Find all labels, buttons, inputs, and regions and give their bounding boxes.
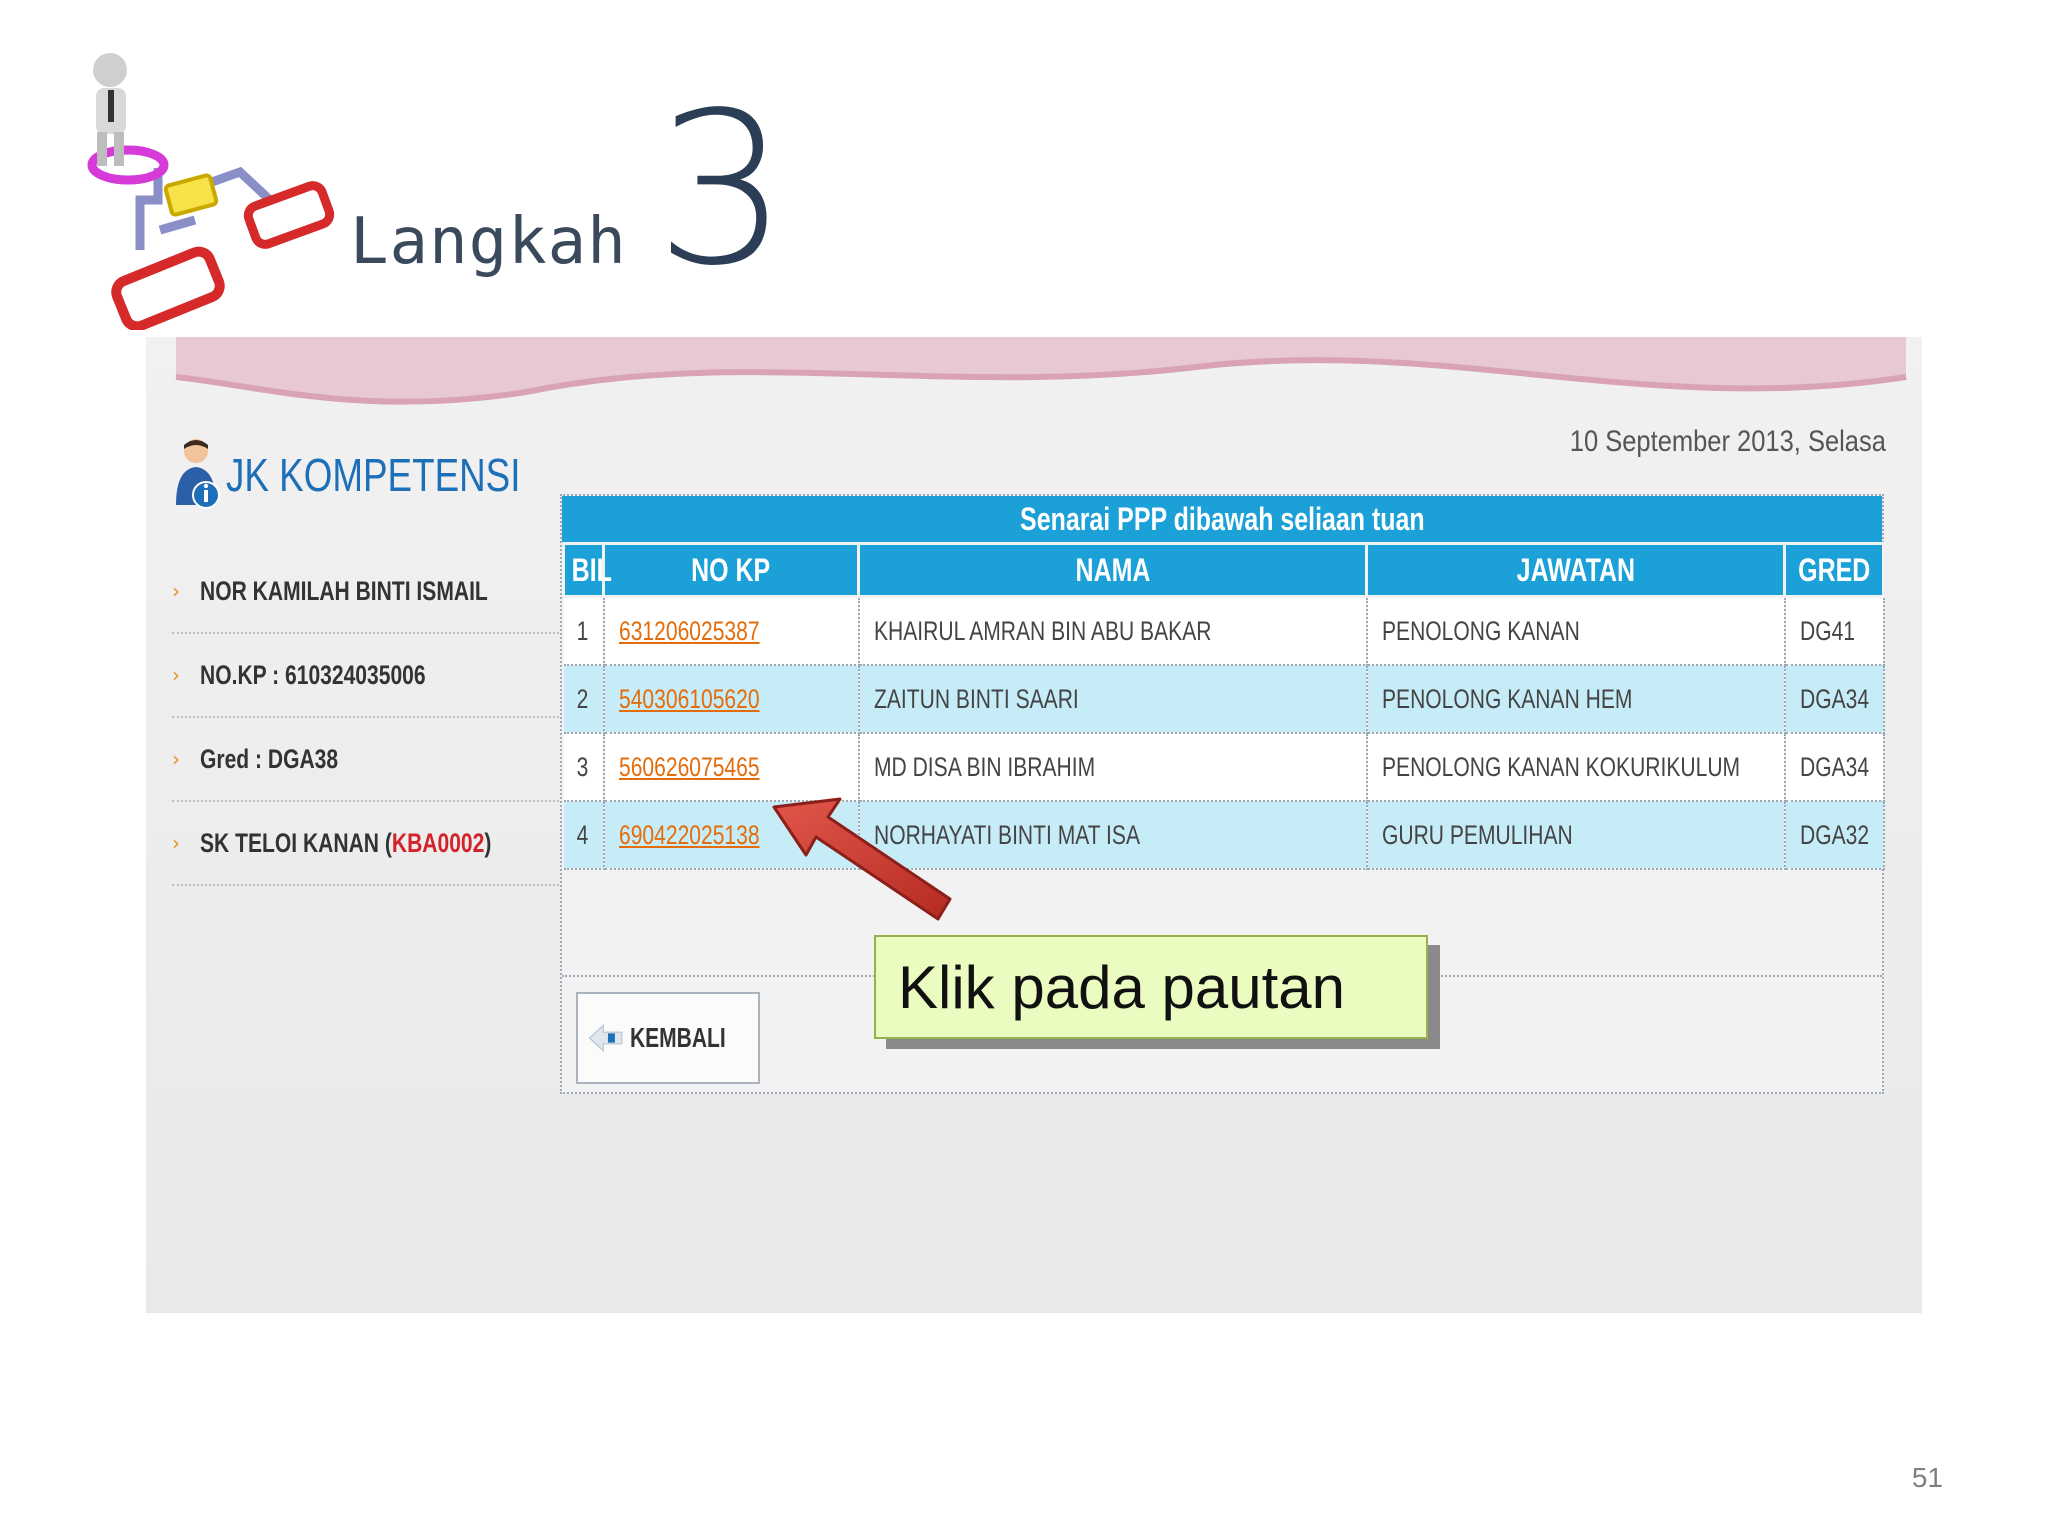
chevron-right-icon: ›: [172, 831, 180, 855]
cell-bil: 1: [563, 596, 605, 666]
cell-bil: 2: [563, 665, 605, 734]
school-code: KBA0002: [391, 827, 485, 858]
table-row: 2 540306105620 ZAITUN BINTI SAARI PENOLO…: [563, 665, 1885, 734]
col-header-jawatan: JAWATAN: [1365, 542, 1786, 598]
cell-gred: DG41: [1784, 596, 1885, 666]
chevron-right-icon: ›: [172, 663, 180, 687]
nokp-link[interactable]: 540306105620: [603, 665, 860, 734]
current-date: 10 September 2013, Selasa: [1569, 425, 1886, 458]
cell-jawatan: PENOLONG KANAN: [1366, 596, 1786, 666]
nokp-link[interactable]: 560626075465: [603, 733, 860, 802]
col-header-gred: GRED: [1783, 542, 1885, 598]
step-label: Langkah: [350, 205, 627, 279]
back-button-label: KEMBALI: [630, 1022, 727, 1053]
step-number: 3: [655, 67, 789, 312]
user-nokp: NO.KP : 610324035006: [200, 659, 426, 690]
school-name: SK TELOI KANAN: [200, 827, 380, 858]
brand-title: JK KOMPETENSI: [226, 449, 521, 501]
col-header-nokp: NO KP: [602, 542, 860, 598]
back-arrow-icon: [588, 1023, 623, 1053]
table-row: 1 631206025387 KHAIRUL AMRAN BIN ABU BAK…: [563, 596, 1885, 666]
table-row: 3 560626075465 MD DISA BIN IBRAHIM PENOL…: [563, 733, 1885, 802]
col-header-nama: NAMA: [857, 542, 1368, 598]
cell-nama: MD DISA BIN IBRAHIM: [858, 733, 1368, 802]
app-screenshot: 10 September 2013, Selasa JK KOMPETENSI …: [146, 337, 1922, 1313]
cell-jawatan: GURU PEMULIHAN: [1366, 801, 1786, 870]
step-flow-graphic-icon: [87, 53, 335, 330]
cell-gred: DGA32: [1784, 801, 1885, 870]
cell-bil: 4: [563, 801, 605, 870]
cell-bil: 3: [563, 733, 605, 802]
back-button[interactable]: KEMBALI: [576, 992, 760, 1084]
cell-nama: ZAITUN BINTI SAARI: [858, 665, 1368, 734]
user-name: NOR KAMILAH BINTI ISMAIL: [200, 575, 488, 606]
user-gred: Gred : DGA38: [200, 743, 339, 774]
ppp-table: BIL NO KP NAMA JAWATAN GRED 1 6312060253…: [562, 542, 1885, 870]
cell-nama: KHAIRUL AMRAN BIN ABU BAKAR: [858, 596, 1368, 666]
user-info-icon: [176, 439, 220, 509]
page-number: 51: [1911, 1462, 1943, 1493]
col-header-bil: BIL: [562, 542, 612, 598]
nokp-link[interactable]: 631206025387: [603, 596, 860, 666]
table-row: 4 690422025138 NORHAYATI BINTI MAT ISA G…: [563, 801, 1885, 870]
cell-gred: DGA34: [1784, 665, 1885, 734]
chevron-right-icon: ›: [172, 747, 180, 771]
school-label: SK TELOI KANAN (KBA0002): [200, 827, 492, 858]
cell-jawatan: PENOLONG KANAN HEM: [1366, 665, 1786, 734]
chevron-right-icon: ›: [172, 579, 180, 603]
pointer-arrow-icon: [772, 797, 952, 921]
instruction-callout: Klik pada pautan: [874, 935, 1428, 1039]
table-title: Senarai PPP dibawah seliaan tuan: [562, 496, 1882, 542]
table-header-row: BIL NO KP NAMA JAWATAN GRED: [562, 542, 1885, 598]
cell-jawatan: PENOLONG KANAN KOKURIKULUM: [1366, 733, 1786, 802]
cell-gred: DGA34: [1784, 733, 1885, 802]
